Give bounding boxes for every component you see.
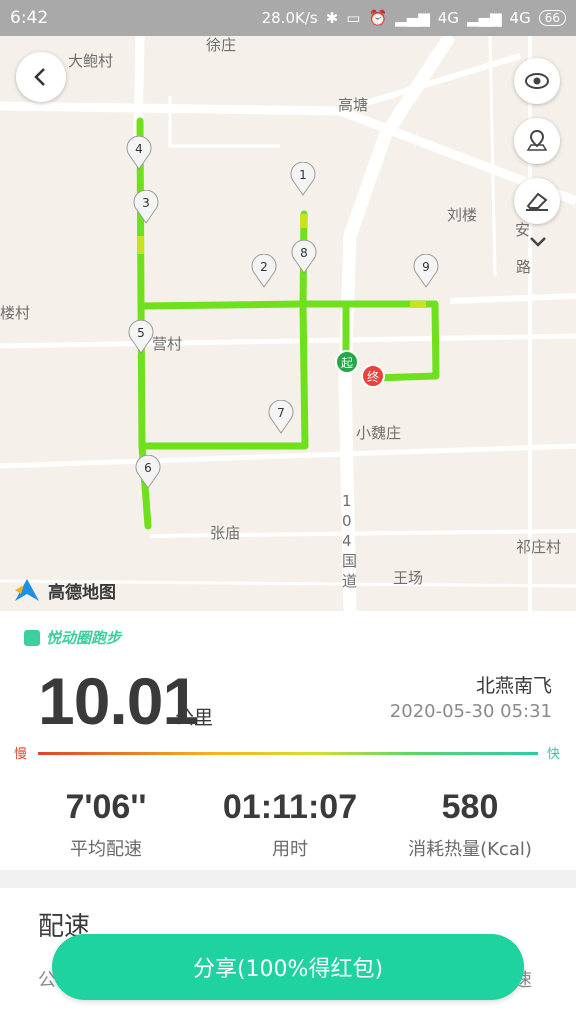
signal-2-label: 4G <box>509 9 531 27</box>
road-mid <box>0 333 576 349</box>
amap-logo: 高德地图 <box>12 576 116 604</box>
km-marker-2[interactable]: 2 <box>251 253 277 288</box>
km-marker-label: 8 <box>300 246 308 260</box>
map-label-zhangmiao: 张庙 <box>210 524 241 542</box>
status-time: 6:42 <box>10 8 49 28</box>
toggle-icon: ▭ <box>346 9 361 27</box>
map-label-wangchang: 王场 <box>393 569 424 587</box>
battery-icon: 66 <box>538 10 566 26</box>
pace-gradient-bar <box>38 752 538 755</box>
map-label-xiaoweizhuang: 小魏庄 <box>356 424 402 442</box>
route-yellow-2 <box>300 214 307 228</box>
run-date: 2020-05-30 05:31 <box>389 701 552 722</box>
road-north <box>0 101 576 206</box>
km-marker-label: 5 <box>137 326 145 340</box>
map-canvas <box>0 36 576 611</box>
slow-label: 慢 <box>14 747 28 762</box>
km-marker-label: 4 <box>135 142 143 156</box>
stat-avg-pace: 7'06'' 平均配速 <box>10 788 202 861</box>
end-marker[interactable]: 终 <box>361 364 385 388</box>
alarm-icon: ⏰ <box>368 9 388 27</box>
km-marker-5[interactable]: 5 <box>128 319 154 354</box>
user-name: 北燕南飞 <box>475 675 552 697</box>
back-button[interactable] <box>16 52 66 102</box>
km-marker-label: 6 <box>144 461 152 475</box>
start-marker[interactable]: 起 <box>335 350 359 374</box>
map-label-dabaocun: 大鲍村 <box>68 52 114 70</box>
map-label-gaotang: 高塘 <box>338 96 369 114</box>
calories-value: 580 <box>441 788 499 826</box>
map-label-liulou: 刘楼 <box>447 206 478 224</box>
km-marker-label: 1 <box>299 168 307 182</box>
brand: 悦动圈跑步 <box>24 627 121 648</box>
stat-calories: 580 消耗热量(Kcal) <box>374 788 566 861</box>
calories-label: 消耗热量(Kcal) <box>408 839 532 860</box>
expand-controls[interactable] <box>528 234 548 253</box>
bluetooth-icon: ✱ <box>325 9 339 27</box>
km-marker-8[interactable]: 8 <box>291 239 317 274</box>
brand-label: 悦动圈跑步 <box>46 629 122 647</box>
network-speed: 28.0K/s <box>261 9 318 27</box>
eye-icon <box>525 73 549 89</box>
signal-icon: ▂▄▆ <box>395 9 430 27</box>
run-route <box>136 117 440 530</box>
chevron-down-icon <box>530 237 546 247</box>
km-marker-6[interactable]: 6 <box>135 454 161 489</box>
avg-pace-value: 7'06'' <box>65 788 147 826</box>
km-marker-9[interactable]: 9 <box>413 253 439 288</box>
signal-1-label: 4G <box>437 9 459 27</box>
avg-pace-label: 平均配速 <box>70 839 142 860</box>
km-marker-1[interactable]: 1 <box>290 161 316 196</box>
map-label-lu: 路 <box>516 258 532 276</box>
km-marker-label: 9 <box>422 260 430 274</box>
map-label-loucun: 楼村 <box>0 304 31 322</box>
status-bar: 6:42 28.0K/s ✱ ▭ ⏰ ▂▄▆ 4G ▂▄▆ 4G 66 <box>0 0 576 36</box>
km-marker-label: 7 <box>277 406 285 420</box>
route-map[interactable]: 大鲍村 徐庄 高塘 刘楼 安 路 楼村 营村 小魏庄 张庙 祁庄村 王场 104… <box>0 36 576 611</box>
route-yellow-1 <box>137 236 144 254</box>
amap-logo-text: 高德地图 <box>48 582 116 603</box>
map-label-road-104: 104国道 <box>342 492 358 590</box>
status-indicators: 28.0K/s ✱ ▭ ⏰ ▂▄▆ 4G ▂▄▆ 4G 66 <box>262 9 566 27</box>
road-east-inner <box>488 36 497 277</box>
km-marker-7[interactable]: 7 <box>268 399 294 434</box>
duration-value: 01:11:07 <box>222 788 358 826</box>
km-marker-4[interactable]: 4 <box>126 135 152 170</box>
fast-label: 快 <box>546 747 560 762</box>
duration-label: 用时 <box>272 839 308 860</box>
map-label-qizhuangcun: 祁庄村 <box>516 538 562 556</box>
road-east-branch <box>449 293 576 304</box>
visibility-button[interactable] <box>514 58 560 104</box>
map-label-yingcun: 营村 <box>152 335 183 353</box>
map-location-button[interactable] <box>514 118 560 164</box>
map-pin-icon <box>526 129 548 151</box>
brand-icon <box>24 629 40 646</box>
stat-duration: 01:11:07 用时 <box>194 788 386 861</box>
eraser-icon <box>526 192 548 211</box>
road-block <box>168 96 280 148</box>
run-summary: 悦动圈跑步 10.01 公里 北燕南飞 2020-05-30 05:31 慢 快… <box>0 611 576 870</box>
km-marker-label: 2 <box>260 260 268 274</box>
distance-unit: 公里 <box>175 707 214 729</box>
erase-button[interactable] <box>514 178 560 224</box>
km-marker-3[interactable]: 3 <box>133 189 159 224</box>
amap-logo-icon <box>15 579 39 601</box>
signal-icon-2: ▂▄▆ <box>466 9 502 27</box>
km-marker-label: 3 <box>142 196 150 210</box>
back-arrow-icon <box>34 68 45 86</box>
section-separator <box>0 870 576 888</box>
route-yellow-3 <box>410 301 426 308</box>
share-button[interactable]: 分享(100%得红包) <box>52 934 524 1000</box>
map-label-xuzhuang: 徐庄 <box>206 36 237 54</box>
